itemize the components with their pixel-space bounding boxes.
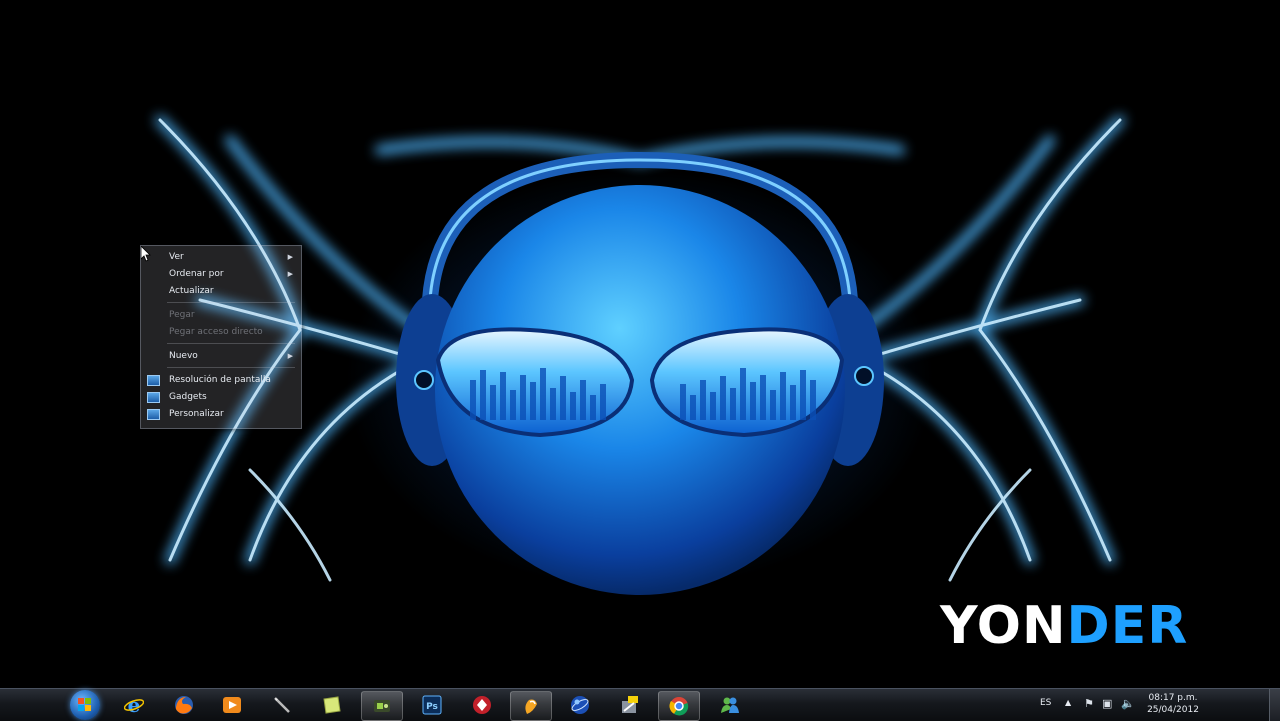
photoshop-icon: Ps [422, 695, 442, 715]
taskbar-fl-studio[interactable] [510, 691, 552, 721]
menu-item-refresh[interactable]: Actualizar [141, 283, 301, 299]
taskbar-internet-explorer[interactable]: e [114, 691, 154, 719]
taskbar-camtasia[interactable] [361, 691, 403, 721]
windows-logo-icon [78, 698, 91, 711]
internet-explorer-icon: e [124, 695, 144, 715]
taskbar-globe-app[interactable] [560, 691, 600, 719]
clock-time: 08:17 p.m. [1148, 693, 1198, 703]
menu-item-gadgets[interactable]: Gadgets [141, 389, 301, 405]
clock-date: 25/04/2012 [1147, 705, 1199, 715]
messenger-icon [721, 697, 739, 713]
taskbar-photoshop[interactable]: Ps [412, 691, 452, 719]
taskbar-sticky-notes[interactable] [312, 691, 352, 719]
language-indicator[interactable]: ES [1040, 698, 1051, 708]
desktop-context-menu: Ver ▶ Ordenar por ▶ Actualizar Pegar Pegar… [140, 245, 302, 429]
submenu-arrow-icon: ▶ [287, 352, 293, 360]
taskbar-firefox[interactable] [164, 691, 204, 719]
submenu-arrow-icon: ▶ [287, 253, 293, 261]
mouse-cursor-icon [141, 246, 151, 262]
svg-text:Ps: Ps [426, 702, 438, 712]
avatar-app-icon [473, 696, 491, 714]
camtasia-icon [374, 700, 390, 712]
network-icon[interactable]: ▣ [1102, 698, 1114, 710]
show-desktop-button[interactable] [1269, 689, 1280, 721]
menu-item-screen-resolution[interactable]: Resolución de pantalla [141, 372, 301, 388]
pen-tool-icon [274, 697, 290, 713]
wallpaper-logo: YONDER [940, 596, 1189, 656]
system-tray: ES ▲ ⚑ ▣ 🔈 08:17 p.m. 25/04/2012 [1030, 689, 1280, 721]
taskbar-media-player[interactable] [212, 691, 252, 719]
firefox-icon [175, 696, 193, 714]
menu-item-sort-by[interactable]: Ordenar por ▶ [141, 266, 301, 282]
taskbar-chrome[interactable] [658, 691, 700, 721]
taskbar: e Ps ES ▲ ⚑ ▣ 🔈 08:17 p.m. 25/04/2012 [0, 688, 1280, 721]
submenu-arrow-icon: ▶ [287, 270, 293, 278]
show-hidden-icons-icon[interactable]: ▲ [1065, 698, 1071, 707]
gadgets-icon [147, 392, 160, 403]
globe-icon [571, 696, 589, 714]
desktop[interactable]: YONDER Ver ▶ Ordenar por ▶ Actualizar Pega… [0, 0, 1280, 688]
sticky-notes-icon [323, 696, 341, 714]
menu-item-paste: Pegar [169, 310, 195, 320]
counter-app-icon [622, 696, 638, 713]
media-player-icon [223, 697, 241, 713]
start-button[interactable] [70, 690, 100, 720]
clock[interactable]: 08:17 p.m. 25/04/2012 [1146, 692, 1200, 716]
volume-icon[interactable]: 🔈 [1121, 698, 1135, 710]
menu-separator [167, 302, 295, 303]
menu-separator [167, 343, 295, 344]
menu-separator [167, 367, 295, 368]
chrome-icon [669, 697, 689, 716]
taskbar-avatar-app[interactable] [462, 691, 502, 719]
menu-item-new[interactable]: Nuevo ▶ [141, 348, 301, 364]
taskbar-pen-tool[interactable] [262, 691, 302, 719]
action-center-flag-icon[interactable]: ⚑ [1084, 698, 1096, 710]
taskbar-messenger[interactable] [710, 691, 750, 719]
fl-studio-icon [525, 699, 537, 714]
monitor-icon [147, 375, 160, 386]
svg-text:e: e [128, 695, 141, 715]
menu-item-paste-shortcut: Pegar acceso directo [169, 327, 263, 337]
menu-item-view[interactable]: Ver ▶ [141, 249, 301, 265]
taskbar-counter-app[interactable] [610, 691, 650, 719]
personalize-icon [147, 409, 160, 420]
menu-item-personalize[interactable]: Personalizar [141, 406, 301, 422]
